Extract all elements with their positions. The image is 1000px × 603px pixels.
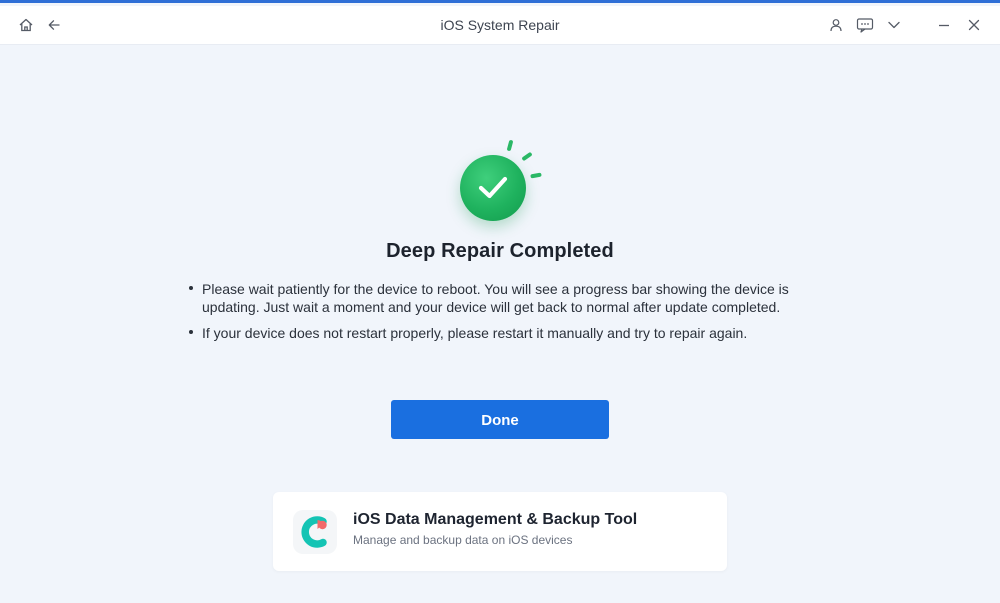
feedback-icon[interactable]	[855, 15, 875, 35]
account-icon[interactable]	[826, 15, 846, 35]
title-bar: iOS System Repair	[0, 6, 1000, 45]
list-item: Please wait patiently for the device to …	[188, 280, 828, 316]
success-ray	[521, 151, 533, 162]
instruction-list: Please wait patiently for the device to …	[188, 280, 828, 350]
home-icon[interactable]	[16, 15, 36, 35]
back-arrow-icon[interactable]	[44, 15, 64, 35]
instruction-text: If your device does not restart properly…	[202, 325, 748, 341]
menu-dropdown-icon[interactable]	[884, 15, 904, 35]
promo-title: iOS Data Management & Backup Tool	[353, 511, 638, 528]
success-ray	[506, 139, 514, 152]
done-button[interactable]: Done	[391, 400, 609, 439]
data-backup-app-icon	[293, 510, 337, 554]
success-ray	[530, 172, 542, 179]
success-circle	[460, 155, 526, 221]
close-icon[interactable]	[964, 15, 984, 35]
success-check-icon	[452, 133, 552, 233]
minimize-icon[interactable]	[934, 15, 954, 35]
bullet-icon	[189, 330, 193, 334]
list-item: If your device does not restart properly…	[188, 324, 828, 342]
page-title: Deep Repair Completed	[386, 240, 614, 262]
bullet-icon	[189, 286, 193, 290]
promo-card[interactable]: iOS Data Management & Backup Tool Manage…	[273, 492, 727, 571]
app-window: iOS System Repair Deep Repair Completed …	[0, 0, 1000, 603]
checkmark-icon	[478, 176, 508, 199]
promo-subtitle: Manage and backup data on iOS devices	[353, 533, 573, 547]
instruction-text: Please wait patiently for the device to …	[202, 281, 789, 315]
window-title: iOS System Repair	[440, 17, 560, 33]
